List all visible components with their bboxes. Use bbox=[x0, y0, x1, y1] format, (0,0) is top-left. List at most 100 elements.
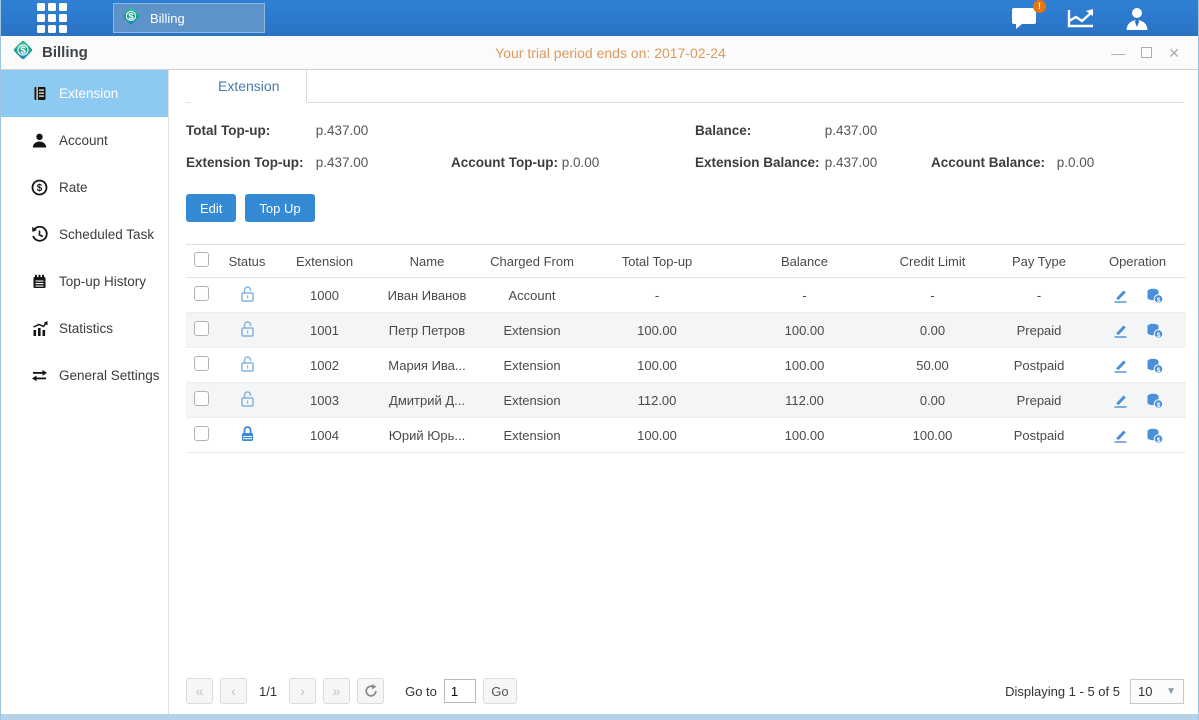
col-credit-limit: Credit Limit bbox=[876, 245, 989, 278]
toolbar: Edit Top Up bbox=[186, 194, 1184, 222]
statistics-chart-icon bbox=[31, 320, 48, 337]
account-topup-label: Account Top-up: bbox=[451, 155, 558, 170]
displaying-text: Displaying 1 - 5 of 5 bbox=[1005, 684, 1120, 699]
col-extension: Extension bbox=[278, 245, 371, 278]
table-row: 1004 Юрий Юрь... Extension 100.00 100.00… bbox=[186, 418, 1186, 453]
select-all-checkbox[interactable] bbox=[194, 252, 209, 267]
extension-balance-value: p.437.00 bbox=[825, 155, 878, 170]
billing-app-window: $ Billing ! bbox=[0, 0, 1199, 720]
trial-notice: Your trial period ends on: 2017-02-24 bbox=[191, 45, 1030, 61]
cell-total-topup: 112.00 bbox=[581, 383, 733, 418]
edit-row-icon[interactable] bbox=[1112, 322, 1129, 339]
sidebar-item-label: General Settings bbox=[59, 368, 160, 383]
table-row: 1003 Дмитрий Д... Extension 112.00 112.0… bbox=[186, 383, 1186, 418]
balance-value: p.437.00 bbox=[825, 123, 878, 138]
sidebar-item-rate[interactable]: $ Rate bbox=[1, 164, 168, 211]
cell-extension: 1001 bbox=[278, 313, 371, 348]
sidebar-item-account[interactable]: Account bbox=[1, 117, 168, 164]
top-up-row-icon[interactable]: $ bbox=[1145, 357, 1164, 374]
goto-page-input[interactable] bbox=[444, 679, 476, 703]
svg-text:$: $ bbox=[1156, 331, 1160, 338]
last-page-button[interactable]: » bbox=[323, 678, 350, 704]
top-up-button[interactable]: Top Up bbox=[245, 194, 314, 222]
edit-row-icon[interactable] bbox=[1112, 287, 1129, 304]
maximize-icon[interactable] bbox=[1141, 47, 1152, 58]
window-controls: — ✕ bbox=[1030, 46, 1180, 60]
sidebar-item-label: Statistics bbox=[59, 321, 113, 336]
extensions-table: Status Extension Name Charged From Total… bbox=[186, 244, 1186, 453]
titlebar: $ Billing Your trial period ends on: 201… bbox=[1, 36, 1198, 70]
sidebar-item-label: Account bbox=[59, 133, 108, 148]
reports-chart-icon[interactable] bbox=[1066, 6, 1096, 30]
cell-balance: - bbox=[733, 278, 876, 313]
cell-credit-limit: 100.00 bbox=[876, 418, 989, 453]
sidebar-item-topup-history[interactable]: Top-up History bbox=[1, 258, 168, 305]
edit-row-icon[interactable] bbox=[1112, 427, 1129, 444]
sidebar-item-label: Top-up History bbox=[59, 274, 146, 289]
topup-history-notebook-icon bbox=[31, 273, 48, 290]
svg-text:$: $ bbox=[1156, 401, 1160, 408]
window-bottom-edge bbox=[1, 714, 1198, 720]
user-account-icon[interactable] bbox=[1124, 5, 1150, 31]
main-content: Extension Total Top-up: p.437.00 Balance… bbox=[169, 70, 1198, 714]
cell-extension: 1004 bbox=[278, 418, 371, 453]
cell-balance: 100.00 bbox=[733, 313, 876, 348]
unlocked-icon bbox=[239, 390, 256, 408]
chevron-down-icon: ▼ bbox=[1166, 686, 1176, 697]
row-checkbox[interactable] bbox=[194, 391, 209, 406]
cell-pay-type: Prepaid bbox=[989, 313, 1089, 348]
app-menu-grid-icon[interactable] bbox=[37, 3, 71, 33]
col-name: Name bbox=[371, 245, 483, 278]
extension-ledger-icon bbox=[31, 85, 48, 102]
cell-name: Мария Ива... bbox=[371, 348, 483, 383]
edit-row-icon[interactable] bbox=[1112, 357, 1129, 374]
top-up-row-icon[interactable]: $ bbox=[1145, 427, 1164, 444]
cell-credit-limit: 50.00 bbox=[876, 348, 989, 383]
cell-name: Дмитрий Д... bbox=[371, 383, 483, 418]
sidebar-item-label: Extension bbox=[59, 86, 118, 101]
sidebar-item-general-settings[interactable]: General Settings bbox=[1, 352, 168, 399]
top-up-row-icon[interactable]: $ bbox=[1145, 287, 1164, 304]
total-topup-label: Total Top-up: bbox=[186, 123, 312, 138]
top-up-row-icon[interactable]: $ bbox=[1145, 392, 1164, 409]
total-topup-summary: Total Top-up: p.437.00 bbox=[186, 123, 451, 138]
balance-summary-item: Balance: p.437.00 bbox=[695, 123, 931, 138]
minimize-icon[interactable]: — bbox=[1111, 46, 1125, 60]
refresh-icon bbox=[364, 684, 378, 698]
account-balance-summary: Account Balance: p.0.00 bbox=[931, 155, 1184, 170]
cell-pay-type: - bbox=[989, 278, 1089, 313]
row-checkbox[interactable] bbox=[194, 426, 209, 441]
account-topup-value: p.0.00 bbox=[562, 155, 600, 170]
edit-row-icon[interactable] bbox=[1112, 392, 1129, 409]
row-checkbox[interactable] bbox=[194, 286, 209, 301]
go-button[interactable]: Go bbox=[483, 678, 517, 704]
sidebar-item-extension[interactable]: Extension bbox=[1, 70, 168, 117]
tab-extension[interactable]: Extension bbox=[191, 70, 307, 103]
next-page-button[interactable]: › bbox=[289, 678, 316, 704]
cell-total-topup: - bbox=[581, 278, 733, 313]
table-row: 1002 Мария Ива... Extension 100.00 100.0… bbox=[186, 348, 1186, 383]
close-icon[interactable]: ✕ bbox=[1168, 46, 1180, 60]
unlocked-icon bbox=[239, 285, 256, 303]
taskbar-billing-tab[interactable]: $ Billing bbox=[113, 3, 265, 33]
previous-page-button[interactable]: ‹ bbox=[220, 678, 247, 704]
cell-credit-limit: 0.00 bbox=[876, 313, 989, 348]
edit-button[interactable]: Edit bbox=[186, 194, 236, 222]
first-page-button[interactable]: « bbox=[186, 678, 213, 704]
messages-icon[interactable]: ! bbox=[1010, 6, 1038, 30]
sidebar-item-statistics[interactable]: Statistics bbox=[1, 305, 168, 352]
cell-name: Юрий Юрь... bbox=[371, 418, 483, 453]
account-balance-label: Account Balance: bbox=[931, 155, 1053, 170]
row-checkbox[interactable] bbox=[194, 356, 209, 371]
cell-pay-type: Prepaid bbox=[989, 383, 1089, 418]
cell-total-topup: 100.00 bbox=[581, 418, 733, 453]
col-status: Status bbox=[216, 245, 278, 278]
refresh-button[interactable] bbox=[357, 678, 384, 704]
balance-label: Balance: bbox=[695, 123, 821, 138]
sidebar-item-scheduled-task[interactable]: Scheduled Task bbox=[1, 211, 168, 258]
col-operation: Operation bbox=[1089, 245, 1186, 278]
top-up-row-icon[interactable]: $ bbox=[1145, 322, 1164, 339]
goto-label: Go to bbox=[405, 684, 437, 699]
page-size-select[interactable]: 10 ▼ bbox=[1130, 679, 1184, 704]
row-checkbox[interactable] bbox=[194, 321, 209, 336]
